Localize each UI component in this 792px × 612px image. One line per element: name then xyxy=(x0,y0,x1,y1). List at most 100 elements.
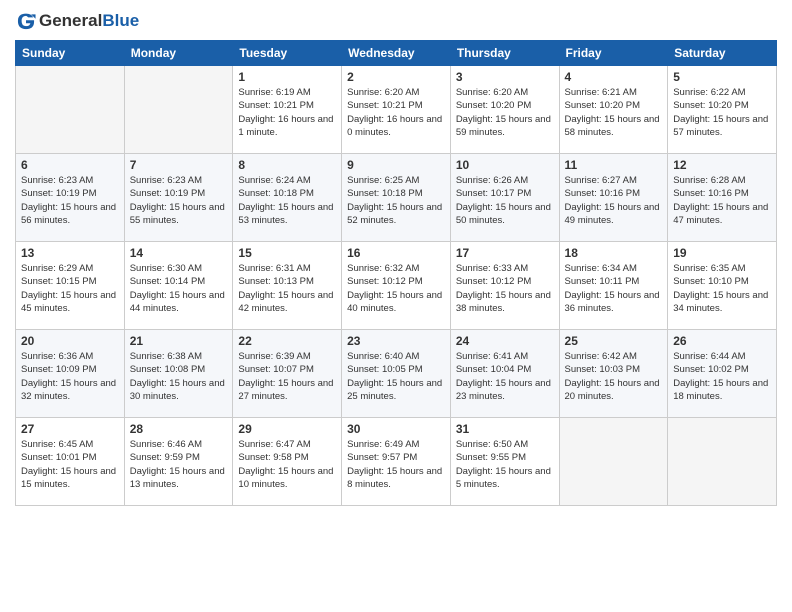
day-info: Sunrise: 6:38 AM Sunset: 10:08 PM Daylig… xyxy=(130,350,228,403)
day-info: Sunrise: 6:35 AM Sunset: 10:10 PM Daylig… xyxy=(673,262,771,315)
calendar-header-row: SundayMondayTuesdayWednesdayThursdayFrid… xyxy=(16,41,777,66)
day-number: 22 xyxy=(238,334,336,348)
calendar-week-row: 1Sunrise: 6:19 AM Sunset: 10:21 PM Dayli… xyxy=(16,66,777,154)
day-info: Sunrise: 6:40 AM Sunset: 10:05 PM Daylig… xyxy=(347,350,445,403)
calendar-cell: 5 Sunrise: 6:22 AM Sunset: 10:20 PM Dayli… xyxy=(668,66,777,154)
calendar-cell: 14 Sunrise: 6:30 AM Sunset: 10:14 PM Dayl… xyxy=(124,242,233,330)
calendar-week-row: 13 Sunrise: 6:29 AM Sunset: 10:15 PM Dayl… xyxy=(16,242,777,330)
calendar-cell xyxy=(559,418,668,506)
day-number: 19 xyxy=(673,246,771,260)
day-info: Sunrise: 6:24 AM Sunset: 10:18 PM Daylig… xyxy=(238,174,336,227)
day-number: 7 xyxy=(130,158,228,172)
day-number: 28 xyxy=(130,422,228,436)
day-number: 13 xyxy=(21,246,119,260)
calendar-cell: 3 Sunrise: 6:20 AM Sunset: 10:20 PM Dayli… xyxy=(450,66,559,154)
col-header-friday: Friday xyxy=(559,41,668,66)
calendar-cell: 30Sunrise: 6:49 AM Sunset: 9:57 PM Dayli… xyxy=(342,418,451,506)
calendar-cell: 11Sunrise: 6:27 AM Sunset: 10:16 PM Dayl… xyxy=(559,154,668,242)
day-number: 31 xyxy=(456,422,554,436)
day-number: 26 xyxy=(673,334,771,348)
calendar-cell: 10 Sunrise: 6:26 AM Sunset: 10:17 PM Dayl… xyxy=(450,154,559,242)
calendar-cell: 22 Sunrise: 6:39 AM Sunset: 10:07 PM Dayl… xyxy=(233,330,342,418)
day-info: Sunrise: 6:20 AM Sunset: 10:21 PM Daylig… xyxy=(347,86,445,139)
calendar-cell: 18Sunrise: 6:34 AM Sunset: 10:11 PM Dayl… xyxy=(559,242,668,330)
logo-icon xyxy=(15,10,37,32)
day-number: 2 xyxy=(347,70,445,84)
calendar-cell: 16 Sunrise: 6:32 AM Sunset: 10:12 PM Dayl… xyxy=(342,242,451,330)
day-number: 27 xyxy=(21,422,119,436)
day-number: 8 xyxy=(238,158,336,172)
day-number: 15 xyxy=(238,246,336,260)
calendar-cell: 27 Sunrise: 6:45 AM Sunset: 10:01 PM Dayl… xyxy=(16,418,125,506)
calendar-cell: 13 Sunrise: 6:29 AM Sunset: 10:15 PM Dayl… xyxy=(16,242,125,330)
day-number: 12 xyxy=(673,158,771,172)
calendar-cell: 21 Sunrise: 6:38 AM Sunset: 10:08 PM Dayl… xyxy=(124,330,233,418)
calendar-cell: 12 Sunrise: 6:28 AM Sunset: 10:16 PM Dayl… xyxy=(668,154,777,242)
day-number: 3 xyxy=(456,70,554,84)
day-info: Sunrise: 6:46 AM Sunset: 9:59 PM Dayligh… xyxy=(130,438,228,491)
col-header-monday: Monday xyxy=(124,41,233,66)
logo-general-text: General xyxy=(39,11,102,31)
day-info: Sunrise: 6:44 AM Sunset: 10:02 PM Daylig… xyxy=(673,350,771,403)
day-info: Sunrise: 6:27 AM Sunset: 10:16 PM Daylig… xyxy=(565,174,663,227)
day-info: Sunrise: 6:42 AM Sunset: 10:03 PM Daylig… xyxy=(565,350,663,403)
day-number: 16 xyxy=(347,246,445,260)
calendar-cell xyxy=(16,66,125,154)
calendar-cell: 8 Sunrise: 6:24 AM Sunset: 10:18 PM Dayli… xyxy=(233,154,342,242)
day-info: Sunrise: 6:29 AM Sunset: 10:15 PM Daylig… xyxy=(21,262,119,315)
calendar-cell xyxy=(124,66,233,154)
day-info: Sunrise: 6:45 AM Sunset: 10:01 PM Daylig… xyxy=(21,438,119,491)
calendar-cell: 19 Sunrise: 6:35 AM Sunset: 10:10 PM Dayl… xyxy=(668,242,777,330)
calendar-cell: 4Sunrise: 6:21 AM Sunset: 10:20 PM Dayli… xyxy=(559,66,668,154)
calendar-cell: 23 Sunrise: 6:40 AM Sunset: 10:05 PM Dayl… xyxy=(342,330,451,418)
calendar-cell: 25 Sunrise: 6:42 AM Sunset: 10:03 PM Dayl… xyxy=(559,330,668,418)
calendar-cell: 28 Sunrise: 6:46 AM Sunset: 9:59 PM Dayli… xyxy=(124,418,233,506)
day-number: 25 xyxy=(565,334,663,348)
day-info: Sunrise: 6:50 AM Sunset: 9:55 PM Dayligh… xyxy=(456,438,554,491)
day-number: 17 xyxy=(456,246,554,260)
calendar-cell: 31 Sunrise: 6:50 AM Sunset: 9:55 PM Dayli… xyxy=(450,418,559,506)
calendar-week-row: 20Sunrise: 6:36 AM Sunset: 10:09 PM Dayl… xyxy=(16,330,777,418)
day-number: 21 xyxy=(130,334,228,348)
calendar-cell: 29Sunrise: 6:47 AM Sunset: 9:58 PM Dayli… xyxy=(233,418,342,506)
day-info: Sunrise: 6:22 AM Sunset: 10:20 PM Daylig… xyxy=(673,86,771,139)
calendar-cell: 15 Sunrise: 6:31 AM Sunset: 10:13 PM Dayl… xyxy=(233,242,342,330)
calendar-cell: 17 Sunrise: 6:33 AM Sunset: 10:12 PM Dayl… xyxy=(450,242,559,330)
day-info: Sunrise: 6:20 AM Sunset: 10:20 PM Daylig… xyxy=(456,86,554,139)
logo-blue-text: Blue xyxy=(102,11,139,31)
day-info: Sunrise: 6:25 AM Sunset: 10:18 PM Daylig… xyxy=(347,174,445,227)
day-info: Sunrise: 6:31 AM Sunset: 10:13 PM Daylig… xyxy=(238,262,336,315)
day-number: 24 xyxy=(456,334,554,348)
calendar-cell: 24Sunrise: 6:41 AM Sunset: 10:04 PM Dayl… xyxy=(450,330,559,418)
day-number: 10 xyxy=(456,158,554,172)
day-info: Sunrise: 6:26 AM Sunset: 10:17 PM Daylig… xyxy=(456,174,554,227)
col-header-wednesday: Wednesday xyxy=(342,41,451,66)
header: General Blue xyxy=(15,10,777,32)
calendar-table: SundayMondayTuesdayWednesdayThursdayFrid… xyxy=(15,40,777,506)
calendar-cell: 9Sunrise: 6:25 AM Sunset: 10:18 PM Dayli… xyxy=(342,154,451,242)
day-number: 6 xyxy=(21,158,119,172)
logo: General Blue xyxy=(15,10,139,32)
day-info: Sunrise: 6:19 AM Sunset: 10:21 PM Daylig… xyxy=(238,86,336,139)
calendar-cell: 7Sunrise: 6:23 AM Sunset: 10:19 PM Dayli… xyxy=(124,154,233,242)
col-header-tuesday: Tuesday xyxy=(233,41,342,66)
day-info: Sunrise: 6:23 AM Sunset: 10:19 PM Daylig… xyxy=(21,174,119,227)
calendar-cell: 20Sunrise: 6:36 AM Sunset: 10:09 PM Dayl… xyxy=(16,330,125,418)
calendar-week-row: 6 Sunrise: 6:23 AM Sunset: 10:19 PM Dayli… xyxy=(16,154,777,242)
calendar-week-row: 27 Sunrise: 6:45 AM Sunset: 10:01 PM Dayl… xyxy=(16,418,777,506)
page: General Blue SundayMondayTuesdayWednesda… xyxy=(0,0,792,612)
day-number: 5 xyxy=(673,70,771,84)
day-info: Sunrise: 6:33 AM Sunset: 10:12 PM Daylig… xyxy=(456,262,554,315)
day-number: 23 xyxy=(347,334,445,348)
day-info: Sunrise: 6:32 AM Sunset: 10:12 PM Daylig… xyxy=(347,262,445,315)
calendar-cell: 6 Sunrise: 6:23 AM Sunset: 10:19 PM Dayli… xyxy=(16,154,125,242)
day-info: Sunrise: 6:30 AM Sunset: 10:14 PM Daylig… xyxy=(130,262,228,315)
col-header-saturday: Saturday xyxy=(668,41,777,66)
day-info: Sunrise: 6:28 AM Sunset: 10:16 PM Daylig… xyxy=(673,174,771,227)
calendar-cell: 26 Sunrise: 6:44 AM Sunset: 10:02 PM Dayl… xyxy=(668,330,777,418)
day-info: Sunrise: 6:21 AM Sunset: 10:20 PM Daylig… xyxy=(565,86,663,139)
day-info: Sunrise: 6:39 AM Sunset: 10:07 PM Daylig… xyxy=(238,350,336,403)
col-header-sunday: Sunday xyxy=(16,41,125,66)
day-number: 14 xyxy=(130,246,228,260)
day-info: Sunrise: 6:34 AM Sunset: 10:11 PM Daylig… xyxy=(565,262,663,315)
